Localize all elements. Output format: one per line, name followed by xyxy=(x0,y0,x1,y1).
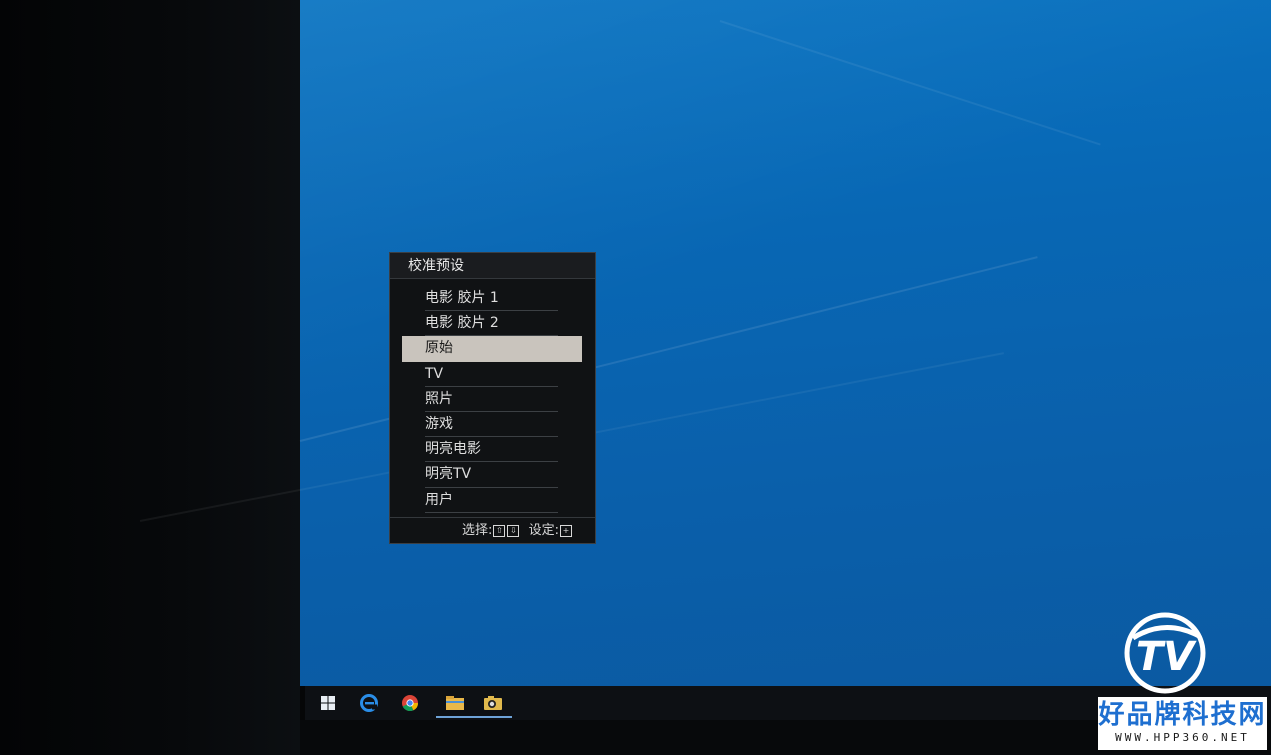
osd-item-bright-cinema[interactable]: 明亮电影 xyxy=(402,437,582,463)
osd-item-film-2[interactable]: 电影 胶片 2 xyxy=(402,311,582,337)
watermark-logo-letters: TV xyxy=(1136,634,1197,680)
start-button[interactable] xyxy=(305,686,351,720)
file-explorer-icon xyxy=(446,696,464,710)
taskbar-chrome-button[interactable] xyxy=(387,686,433,720)
camera-app-icon xyxy=(484,696,502,710)
osd-footer-hints: 选择: ⇧ ⇩ 设定: + xyxy=(390,517,595,543)
osd-item-game[interactable]: 游戏 xyxy=(402,412,582,438)
osd-item-photo[interactable]: 照片 xyxy=(402,387,582,413)
chrome-icon xyxy=(402,695,418,712)
taskbar-camera-button[interactable] xyxy=(470,686,516,720)
watermark-badge: 好品牌科技网 WWW.HPP360.NET xyxy=(1098,697,1267,750)
osd-menu: 校准预设 电影 胶片 1 电影 胶片 2 原始 TV 照片 游戏 明亮电影 明亮… xyxy=(389,252,596,544)
osd-preset-list: 电影 胶片 1 电影 胶片 2 原始 TV 照片 游戏 明亮电影 明亮TV 用户 xyxy=(402,286,582,513)
osd-item-user[interactable]: 用户 xyxy=(402,488,582,513)
osd-item-film-1[interactable]: 电影 胶片 1 xyxy=(402,286,582,312)
edge-icon xyxy=(360,694,378,712)
osd-item-tv[interactable]: TV xyxy=(402,362,582,387)
osd-item-original[interactable]: 原始 xyxy=(402,336,582,362)
watermark-site-url: WWW.HPP360.NET xyxy=(1115,731,1250,744)
watermark-site-name: 好品牌科技网 xyxy=(1098,700,1267,730)
down-arrow-key-icon: ⇩ xyxy=(507,524,520,537)
select-hint-label: 选择: xyxy=(461,523,493,538)
watermark-logo-icon: TV xyxy=(1124,612,1206,694)
osd-item-bright-tv[interactable]: 明亮TV xyxy=(402,462,582,488)
up-arrow-key-icon: ⇧ xyxy=(493,524,506,537)
taskbar-edge-button[interactable] xyxy=(346,686,392,720)
osd-title: 校准预设 xyxy=(390,253,595,279)
monitor-bezel-left xyxy=(0,0,300,755)
windows-start-icon xyxy=(321,696,335,710)
set-hint-label: 设定: xyxy=(528,523,559,538)
enter-key-icon: + xyxy=(560,524,572,537)
